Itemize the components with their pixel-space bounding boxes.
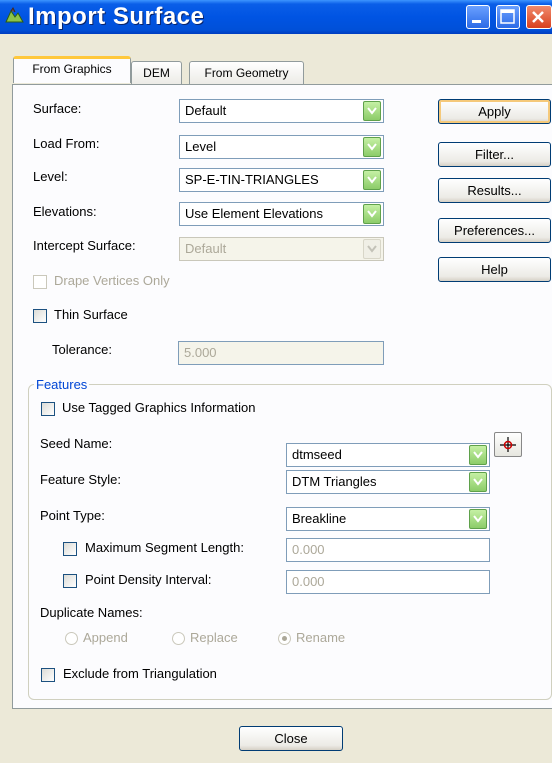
chevron-down-icon[interactable]	[363, 101, 381, 121]
window-title: Import Surface	[28, 3, 205, 30]
chevron-down-icon[interactable]	[363, 170, 381, 190]
exclude-triangulation-checkbox[interactable]	[41, 668, 55, 682]
chevron-down-icon[interactable]	[363, 204, 381, 224]
point-density-field[interactable]: 0.000	[286, 570, 490, 594]
drape-vertices-label: Drape Vertices Only	[54, 273, 170, 288]
radio-selected-dot	[282, 636, 287, 641]
seed-name-value: dtmseed	[292, 447, 342, 462]
filter-button[interactable]: Filter...	[438, 142, 551, 167]
rename-radio[interactable]	[278, 632, 291, 645]
chevron-down-icon[interactable]	[363, 137, 381, 157]
intercept-surface-label: Intercept Surface:	[33, 238, 136, 253]
drape-vertices-checkbox[interactable]	[33, 275, 47, 289]
features-group-title: Features	[34, 377, 90, 392]
minimize-button[interactable]	[466, 5, 490, 29]
close-icon	[532, 11, 544, 23]
level-label: Level:	[33, 169, 68, 184]
chevron-down-icon[interactable]	[469, 509, 487, 529]
surface-value: Default	[185, 103, 227, 118]
point-density-label: Point Density Interval:	[85, 572, 212, 587]
chevron-down-icon[interactable]	[469, 472, 487, 492]
surface-label: Surface:	[33, 101, 82, 116]
elevations-label: Elevations:	[33, 204, 97, 219]
chevron-down-icon	[363, 239, 381, 259]
seed-pick-button[interactable]	[494, 432, 522, 457]
point-type-combo[interactable]: Breakline	[286, 507, 490, 531]
seed-name-label: Seed Name:	[40, 436, 113, 451]
replace-radio[interactable]	[172, 632, 185, 645]
point-type-value: Breakline	[292, 511, 347, 526]
append-label: Append	[83, 630, 128, 645]
tolerance-field[interactable]: 5.000	[178, 341, 384, 365]
help-button[interactable]: Help	[438, 257, 551, 282]
use-tagged-checkbox[interactable]	[41, 402, 55, 416]
load-from-combo[interactable]: Level	[179, 135, 384, 159]
surface-app-icon	[4, 6, 24, 26]
intercept-surface-combo[interactable]: Default	[179, 237, 384, 261]
thin-surface-label: Thin Surface	[54, 307, 128, 322]
elevations-combo[interactable]: Use Element Elevations	[179, 202, 384, 226]
replace-label: Replace	[190, 630, 238, 645]
duplicate-names-label: Duplicate Names:	[40, 605, 143, 620]
point-density-checkbox[interactable]	[63, 574, 77, 588]
preferences-button[interactable]: Preferences...	[438, 218, 551, 243]
level-combo[interactable]: SP-E-TIN-TRIANGLES	[179, 168, 384, 192]
level-value: SP-E-TIN-TRIANGLES	[185, 172, 319, 187]
max-segment-label: Maximum Segment Length:	[85, 540, 244, 555]
thin-surface-checkbox[interactable]	[33, 309, 47, 323]
use-tagged-label: Use Tagged Graphics Information	[62, 400, 256, 415]
max-segment-checkbox[interactable]	[63, 542, 77, 556]
feature-style-combo[interactable]: DTM Triangles	[286, 470, 490, 494]
maximize-button[interactable]	[496, 5, 520, 29]
tab-from-geometry[interactable]: From Geometry	[189, 61, 304, 84]
tab-dem[interactable]: DEM	[131, 61, 182, 84]
close-window-button[interactable]	[526, 5, 552, 29]
load-from-label: Load From:	[33, 136, 100, 151]
load-from-value: Level	[185, 139, 217, 154]
max-segment-field[interactable]: 0.000	[286, 538, 490, 562]
intercept-surface-value: Default	[185, 241, 227, 256]
feature-style-label: Feature Style:	[40, 472, 121, 487]
maximize-icon	[500, 9, 515, 24]
rename-label: Rename	[296, 630, 346, 645]
results-button[interactable]: Results...	[438, 178, 551, 203]
point-type-label: Point Type:	[40, 508, 105, 523]
chevron-down-icon[interactable]	[469, 445, 487, 465]
close-button[interactable]: Close	[239, 726, 343, 751]
tolerance-label: Tolerance:	[52, 342, 112, 357]
minimize-icon	[472, 20, 481, 23]
surface-combo[interactable]: Default	[179, 99, 384, 123]
elevations-value: Use Element Elevations	[185, 206, 324, 221]
feature-style-value: DTM Triangles	[292, 474, 377, 489]
tab-from-graphics[interactable]: From Graphics	[13, 56, 131, 83]
apply-button[interactable]: Apply	[438, 99, 551, 124]
title-bar[interactable]: Import Surface	[0, 0, 552, 34]
seed-name-combo[interactable]: dtmseed	[286, 443, 490, 467]
exclude-triangulation-label: Exclude from Triangulation	[63, 666, 217, 681]
crosshair-icon	[500, 437, 516, 452]
append-radio[interactable]	[65, 632, 78, 645]
